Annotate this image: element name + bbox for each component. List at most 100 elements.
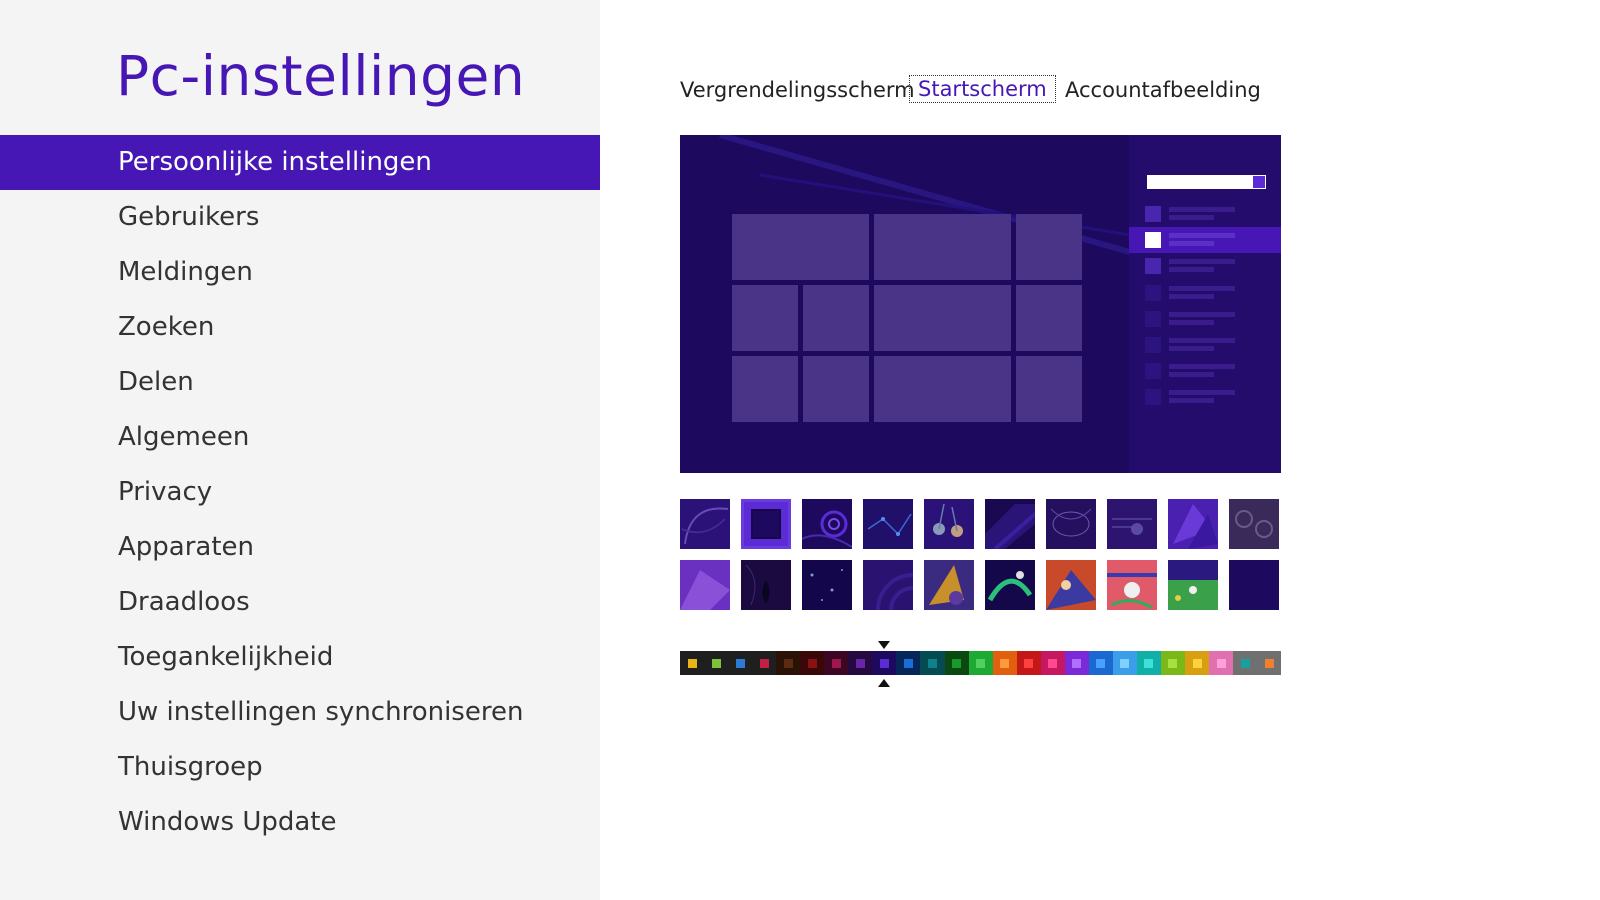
preview-app-line (1169, 294, 1214, 299)
color-swatch[interactable] (1184, 651, 1210, 675)
color-swatch[interactable] (1136, 651, 1161, 675)
preview-tile (1016, 214, 1082, 280)
background-pattern-thumb[interactable] (1168, 499, 1218, 549)
background-pattern-thumb[interactable] (1046, 499, 1096, 549)
color-swatch[interactable] (944, 651, 969, 675)
preview-app-line (1169, 215, 1214, 220)
background-pattern-thumb[interactable] (1046, 560, 1096, 610)
color-swatch[interactable] (704, 651, 729, 675)
background-pattern-thumb[interactable] (1229, 499, 1279, 549)
color-swatch[interactable] (824, 651, 849, 675)
sidebar-item-draadloos[interactable]: Draadloos (0, 575, 600, 630)
color-swatch-dot (903, 658, 913, 668)
background-pattern-thumb[interactable] (741, 560, 791, 610)
color-swatch-dot (1024, 658, 1034, 668)
preview-app-line (1169, 338, 1235, 343)
color-swatch-dot (687, 658, 697, 668)
color-scheme-slider[interactable] (680, 651, 1281, 675)
tab-vergrendelingsscherm[interactable]: Vergrendelingsscherm (680, 76, 915, 104)
background-pattern-thumb[interactable] (863, 499, 913, 549)
color-swatch[interactable] (1112, 651, 1137, 675)
color-swatch[interactable] (992, 651, 1017, 675)
color-swatch-dot (879, 658, 889, 668)
background-pattern-thumb[interactable] (924, 560, 974, 610)
background-pattern-thumb[interactable] (924, 499, 974, 549)
color-swatch[interactable] (1209, 651, 1234, 675)
sidebar-item-windows-update[interactable]: Windows Update (0, 795, 600, 850)
color-swatch[interactable] (920, 651, 945, 675)
color-swatch[interactable] (872, 651, 897, 675)
color-swatch-dot (1216, 658, 1226, 668)
sidebar-item-zoeken[interactable]: Zoeken (0, 300, 600, 355)
preview-app-icon (1145, 363, 1161, 379)
background-pattern-thumb[interactable] (1229, 560, 1279, 610)
sidebar-item-gebruikers[interactable]: Gebruikers (0, 190, 600, 245)
color-swatch[interactable] (728, 651, 753, 675)
preview-tile (732, 356, 798, 422)
sidebar-item-persoonlijke-instellingen[interactable]: Persoonlijke instellingen (0, 135, 600, 190)
color-swatch-dot (1048, 658, 1058, 668)
preview-app-line (1169, 364, 1235, 369)
preview-tile (1016, 356, 1082, 422)
color-swatch-dot (735, 658, 745, 668)
background-pattern-thumb[interactable] (1107, 499, 1157, 549)
background-pattern-thumb[interactable] (680, 499, 730, 549)
color-swatch[interactable] (848, 651, 873, 675)
color-swatch-dot (783, 658, 793, 668)
preview-search-icon (1252, 175, 1266, 189)
color-swatch[interactable] (1064, 651, 1089, 675)
sidebar-item-thuisgroep[interactable]: Thuisgroep (0, 740, 600, 795)
preview-tile (874, 285, 1011, 351)
color-swatch[interactable] (1257, 651, 1281, 675)
color-swatch[interactable] (680, 651, 705, 675)
tab-accountafbeelding[interactable]: Accountafbeelding (1065, 76, 1261, 104)
background-pattern-thumb-selected[interactable] (741, 499, 791, 549)
preview-app-line (1169, 233, 1235, 238)
preview-tile (803, 356, 869, 422)
color-swatch[interactable] (1160, 651, 1185, 675)
color-swatch[interactable] (1016, 651, 1041, 675)
color-swatch[interactable] (776, 651, 801, 675)
background-pattern-thumb[interactable] (802, 560, 852, 610)
preview-app-line (1169, 286, 1235, 291)
color-swatch-dot (1264, 658, 1274, 668)
color-swatch-dot (1072, 658, 1082, 668)
color-swatch-dot (1240, 658, 1250, 668)
preview-app-line (1169, 372, 1214, 377)
page-title: Pc-instellingen (116, 44, 526, 108)
color-swatch-dot (927, 658, 937, 668)
sidebar-item-apparaten[interactable]: Apparaten (0, 520, 600, 575)
preview-app-line (1169, 320, 1214, 325)
color-swatch[interactable] (752, 651, 777, 675)
preview-app-line (1169, 207, 1235, 212)
preview-app-icon (1145, 337, 1161, 353)
color-swatch[interactable] (1233, 651, 1258, 675)
tab-startscherm[interactable]: Startscherm (909, 75, 1056, 103)
sidebar-item-toegankelijkheid[interactable]: Toegankelijkheid (0, 630, 600, 685)
preview-search-pane (1129, 135, 1281, 473)
start-screen-preview (680, 135, 1281, 473)
sidebar-item-delen[interactable]: Delen (0, 355, 600, 410)
color-swatch[interactable] (800, 651, 825, 675)
sidebar-item-privacy[interactable]: Privacy (0, 465, 600, 520)
background-pattern-thumb[interactable] (863, 560, 913, 610)
color-swatch-dot (831, 658, 841, 668)
background-pattern-thumb[interactable] (1107, 560, 1157, 610)
background-pattern-thumb[interactable] (985, 560, 1035, 610)
sidebar-item-synchroniseren[interactable]: Uw instellingen synchroniseren (0, 685, 600, 740)
color-swatch[interactable] (1088, 651, 1113, 675)
preview-app-icon (1145, 206, 1161, 222)
color-swatch[interactable] (1040, 651, 1065, 675)
background-pattern-thumb[interactable] (985, 499, 1035, 549)
preview-tile (732, 214, 869, 280)
preview-app-icon (1145, 311, 1161, 327)
background-pattern-thumb[interactable] (802, 499, 852, 549)
color-swatch[interactable] (896, 651, 921, 675)
preview-app-line (1169, 398, 1214, 403)
sidebar-item-algemeen[interactable]: Algemeen (0, 410, 600, 465)
background-pattern-thumb[interactable] (680, 560, 730, 610)
sidebar-item-meldingen[interactable]: Meldingen (0, 245, 600, 300)
color-swatch[interactable] (968, 651, 993, 675)
preview-app-line (1169, 390, 1235, 395)
background-pattern-thumb[interactable] (1168, 560, 1218, 610)
